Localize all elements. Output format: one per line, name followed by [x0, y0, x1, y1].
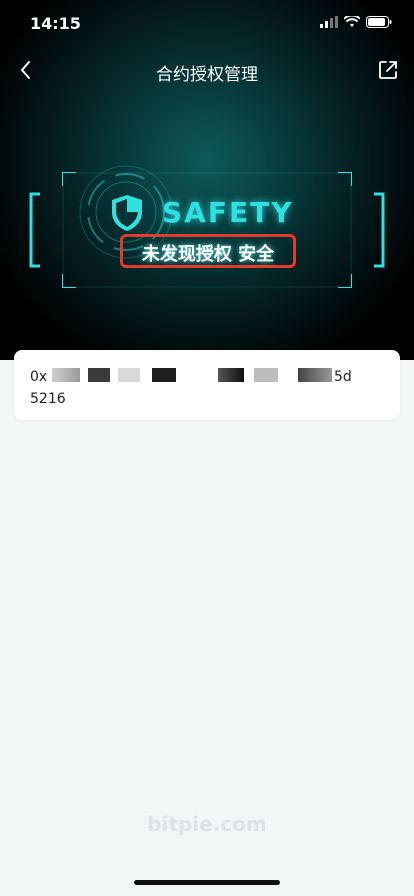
address-redacted-block	[298, 368, 332, 382]
address-line-2: 5216	[30, 391, 66, 407]
nav-bar: 合约授权管理	[0, 52, 414, 92]
page-title: 合约授权管理	[156, 65, 258, 85]
address-redacted-block	[52, 368, 80, 382]
status-icons	[320, 16, 392, 28]
status-bar: 14:15	[0, 0, 414, 48]
share-icon[interactable]	[376, 58, 400, 82]
safety-label: SAFETY	[162, 196, 294, 229]
address-redacted-block	[118, 368, 140, 382]
address-redacted-block	[254, 368, 278, 382]
status-time: 14:15	[30, 14, 81, 33]
right-bracket-decoration	[374, 192, 385, 268]
watermark: bitpie.com	[147, 812, 267, 836]
battery-icon	[366, 16, 392, 28]
signal-icon	[320, 16, 338, 28]
home-indicator	[134, 880, 280, 885]
contract-address-card[interactable]: 0x 5d 5216	[14, 350, 400, 420]
wifi-icon	[344, 16, 360, 27]
left-bracket-decoration	[29, 192, 40, 268]
hero-banner-background: 14:15 合约授权管理 SAFETY 未发现授权 安全	[0, 0, 414, 360]
status-highlight-box: 未发现授权 安全	[120, 234, 296, 268]
shield-icon	[112, 195, 142, 231]
address-redacted-block	[218, 368, 244, 382]
address-prefix: 0x	[30, 369, 48, 385]
safety-banner: SAFETY 未发现授权 安全	[62, 165, 352, 288]
address-suffix: 5d	[334, 369, 352, 385]
authorization-status-text: 未发现授权 安全	[141, 244, 275, 265]
address-redacted-block	[152, 368, 176, 382]
address-redacted-block	[88, 368, 110, 382]
